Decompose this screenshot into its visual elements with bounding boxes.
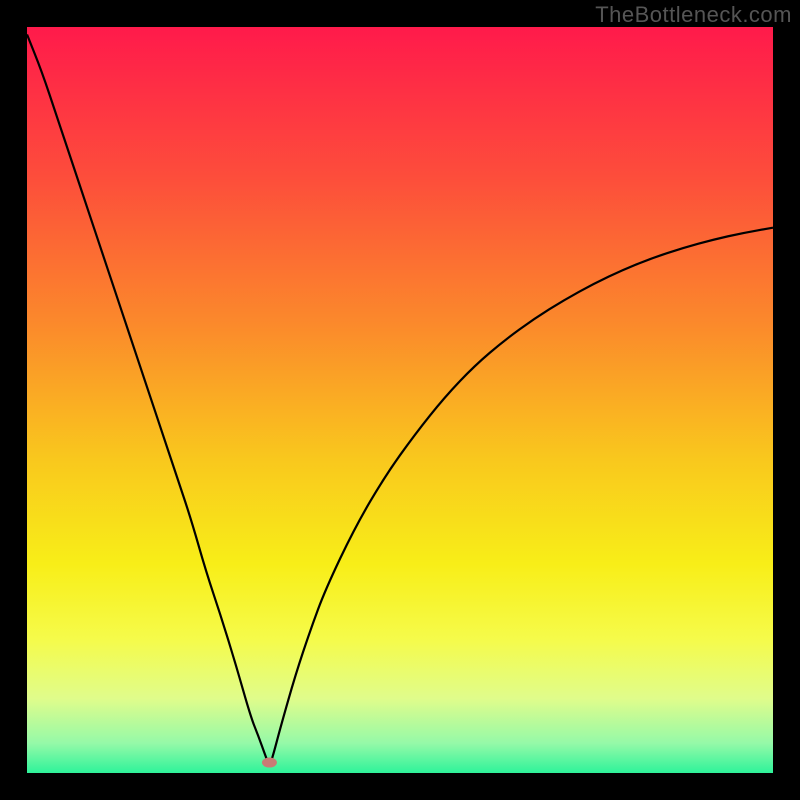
optimal-marker [262, 758, 277, 768]
watermark-text: TheBottleneck.com [595, 2, 792, 28]
plot-area [27, 27, 773, 773]
bottleneck-chart [27, 27, 773, 773]
gradient-background [27, 27, 773, 773]
outer-frame: TheBottleneck.com [0, 0, 800, 800]
